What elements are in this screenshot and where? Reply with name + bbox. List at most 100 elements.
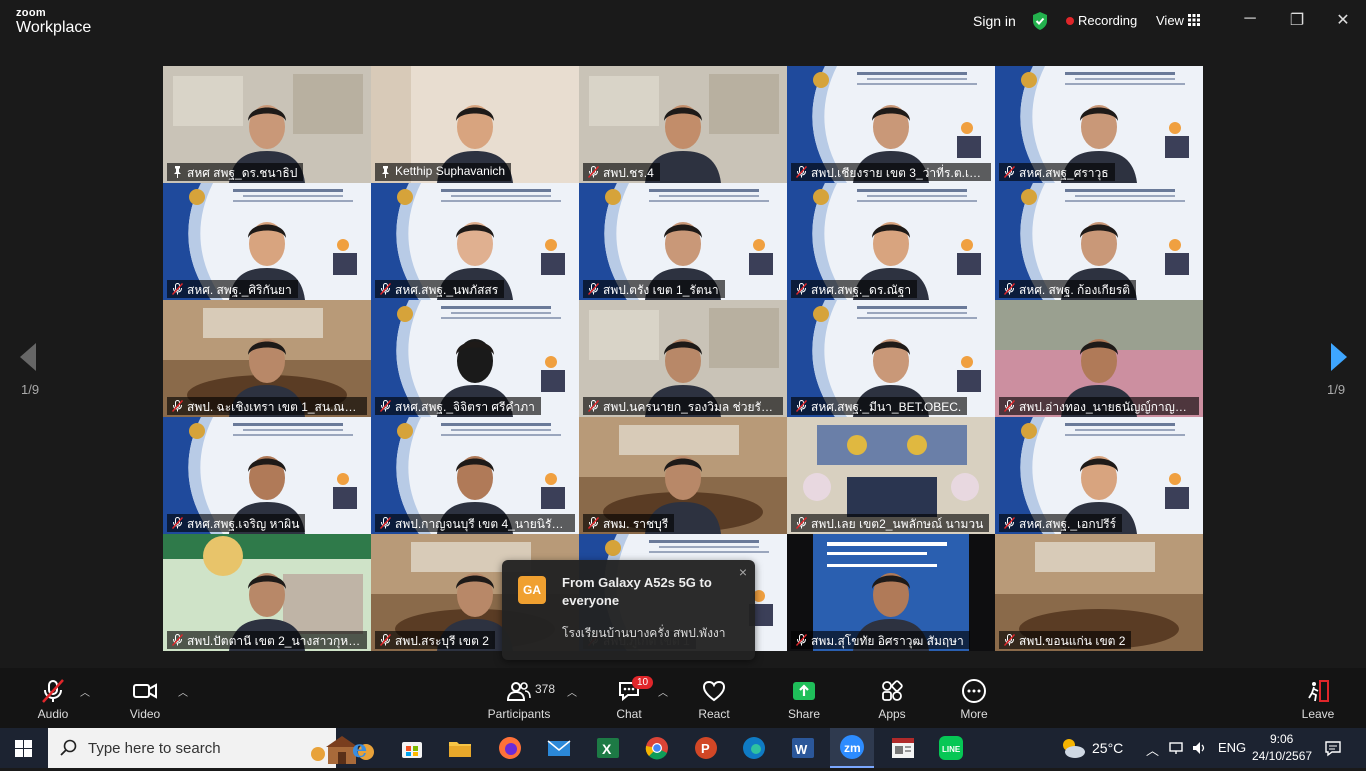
windows-start-icon[interactable] xyxy=(15,740,32,757)
participant-video-tile[interactable]: สพป.ปัตตานี เขต 2_นางสาวกุหลาบ... xyxy=(163,534,371,651)
clock-date[interactable]: 24/10/2567 xyxy=(1252,749,1312,763)
windows-taskbar: Type here to search e X P W zm LINE 25°C… xyxy=(0,728,1366,768)
weather-icon[interactable] xyxy=(1059,736,1087,760)
participant-video-tile[interactable]: สหศ.สพฐ._จิจิตรา ศรีคำภา xyxy=(371,300,579,417)
restore-button[interactable]: ❐ xyxy=(1285,10,1309,30)
heart-icon xyxy=(702,680,726,702)
react-button[interactable]: React xyxy=(696,668,732,728)
participant-video-tile[interactable]: สหศ.สพฐ._เอกปรีร์ xyxy=(995,417,1203,534)
more-button[interactable]: More xyxy=(956,668,992,728)
sign-in-link[interactable]: Sign in xyxy=(973,13,1016,29)
share-button[interactable]: Share xyxy=(786,668,822,728)
participant-video-tile[interactable]: สพป.ชร.4 xyxy=(579,66,787,183)
mic-muted-icon xyxy=(1004,517,1015,529)
notifications-icon[interactable] xyxy=(1324,739,1342,757)
minimize-button[interactable]: ─ xyxy=(1238,10,1262,30)
video-options-caret[interactable]: ︿ xyxy=(178,684,188,699)
word-icon[interactable]: W xyxy=(789,734,817,762)
audio-options-caret[interactable]: ︿ xyxy=(80,684,90,699)
participants-button[interactable]: Participants xyxy=(484,668,554,728)
participant-video-tile[interactable]: สพป.ตรัง เขต 1_รัตนา xyxy=(579,183,787,300)
participant-name-label: สพป.ชร.4 xyxy=(583,163,660,181)
shield-check-icon[interactable] xyxy=(1031,11,1049,31)
participants-options-caret[interactable]: ︿ xyxy=(567,684,577,699)
participant-video-tile[interactable]: Ketthip Suphavanich xyxy=(371,66,579,183)
chrome-icon[interactable] xyxy=(643,734,671,762)
line-app-icon[interactable]: LINE xyxy=(937,734,965,762)
participant-video-tile[interactable]: สหศ.สพฐ.เจริญ หาผิน xyxy=(163,417,371,534)
participant-video-tile[interactable]: สพป.อ่างทอง_นายธนัญญ์กาญจ์ โ... xyxy=(995,300,1203,417)
participant-video-tile[interactable]: สพป.กาญจนบุรี เขต 4_นายนิรันดร์... xyxy=(371,417,579,534)
previous-page-arrow-icon[interactable] xyxy=(14,340,44,374)
taskbar-search-box[interactable]: Type here to search xyxy=(48,728,374,768)
participant-name-label: สหศ. สพฐ. ก้องเกียรติ xyxy=(999,280,1137,298)
mic-muted-icon xyxy=(796,283,807,295)
sender-avatar: GA xyxy=(518,576,546,604)
brand-line1: zoom xyxy=(16,7,46,19)
participant-video-tile[interactable]: สหศ.สพฐ_ศราวุธ xyxy=(995,66,1203,183)
clock-time[interactable]: 9:06 xyxy=(1270,732,1293,746)
participant-name-label: สพม.สุโขทัย อิศราวุฒ สัมฤษา xyxy=(791,631,970,649)
title-bar: zoom Workplace Sign in Recording View ─ … xyxy=(0,0,1366,44)
participant-name-label: Ketthip Suphavanich xyxy=(375,163,512,181)
participant-video-tile[interactable]: สหศ.สพฐ._นพภัสสร xyxy=(371,183,579,300)
pin-icon xyxy=(382,166,389,178)
mail-icon[interactable] xyxy=(545,734,573,762)
mic-muted-icon xyxy=(1004,166,1015,178)
powerpoint-icon[interactable]: P xyxy=(692,734,720,762)
participant-name-label: สหศ.สพฐ._นพภัสสร xyxy=(375,280,505,298)
show-hidden-icons-icon[interactable]: ︿ xyxy=(1146,740,1159,759)
participant-video-tile[interactable]: สหศ สพฐ_ดร.ชนาธิป xyxy=(163,66,371,183)
view-button[interactable]: View xyxy=(1156,13,1184,28)
svg-text:P: P xyxy=(701,741,710,756)
mic-muted-icon xyxy=(796,517,807,529)
participant-video-tile[interactable]: สหศ. สพฐ._ศิริกันยา xyxy=(163,183,371,300)
edge-icon[interactable] xyxy=(740,734,768,762)
participant-video-tile[interactable]: สพม. ราชบุรี xyxy=(579,417,787,534)
svg-text:zm: zm xyxy=(844,741,861,755)
next-page-arrow-icon[interactable] xyxy=(1323,340,1353,374)
participant-name-label: สหศ.สพฐ._มีนา_BET.OBEC. xyxy=(791,397,968,415)
search-icon xyxy=(60,739,77,756)
apps-button[interactable]: Apps xyxy=(874,668,910,728)
participant-video-tile[interactable]: สหศ.สพฐ._มีนา_BET.OBEC. xyxy=(787,300,995,417)
mic-muted-icon xyxy=(588,400,599,412)
participant-name-label: สพป.เลย เขต2_นพลักษณ์ นามวน xyxy=(791,514,990,532)
recording-label[interactable]: Recording xyxy=(1078,13,1137,28)
chat-options-caret[interactable]: ︿ xyxy=(658,684,668,699)
participant-name-label: สหศ.สพฐ._ดร.ณัฐา xyxy=(791,280,918,298)
mic-muted-icon xyxy=(588,166,599,178)
network-icon[interactable] xyxy=(1168,740,1184,756)
internet-explorer-icon[interactable]: e xyxy=(348,734,376,763)
video-button[interactable]: Video xyxy=(124,668,166,728)
close-window-button[interactable]: ✕ xyxy=(1331,10,1355,30)
participant-video-tile[interactable]: สพป.เชียงราย เขต 3_ว่าที่ร.ต.เมธี ก... xyxy=(787,66,995,183)
zoom-taskbar-icon[interactable]: zm xyxy=(830,728,874,768)
temperature-label[interactable]: 25°C xyxy=(1092,740,1123,756)
meeting-toolbar: Audio ︿ Video ︿ Participants 378 ︿ Chat … xyxy=(0,668,1366,728)
file-explorer-icon[interactable] xyxy=(446,734,474,762)
firefox-icon[interactable] xyxy=(496,734,524,762)
microsoft-store-icon[interactable] xyxy=(398,734,426,762)
participant-video-tile[interactable]: สหศ.สพฐ._ดร.ณัฐา xyxy=(787,183,995,300)
participant-video-tile[interactable]: สหศ. สพฐ. ก้องเกียรติ xyxy=(995,183,1203,300)
participant-video-tile[interactable]: สพม.สุโขทัย อิศราวุฒ สัมฤษา xyxy=(787,534,995,651)
news-app-icon[interactable] xyxy=(889,734,917,762)
input-language[interactable]: ENG xyxy=(1218,740,1246,755)
participant-video-tile[interactable]: สพป.นครนายก_รองวิมล ช่วยรักษา ... xyxy=(579,300,787,417)
chat-notification[interactable]: GA From Galaxy A52s 5G to everyone โรงเร… xyxy=(502,560,755,660)
audio-button[interactable]: Audio xyxy=(30,668,76,728)
grid-icon[interactable] xyxy=(1188,14,1200,26)
participant-video-tile[interactable]: สพป.ขอนแก่น เขต 2 xyxy=(995,534,1203,651)
participant-video-tile[interactable]: สพป. ฉะเชิงเทรา เขต 1_สน.ณรงค์... xyxy=(163,300,371,417)
participant-video-tile[interactable]: สพป.เลย เขต2_นพลักษณ์ นามวน xyxy=(787,417,995,534)
excel-icon[interactable]: X xyxy=(594,734,622,762)
participant-name-label: สพป.สระบุรี เขต 2 xyxy=(375,631,495,649)
close-icon[interactable]: × xyxy=(739,564,747,580)
mic-muted-icon xyxy=(42,679,64,703)
participant-name-label: สหศ.สพฐ._เอกปรีร์ xyxy=(999,514,1123,532)
participant-name-label: สพป.อ่างทอง_นายธนัญญ์กาญจ์ โ... xyxy=(999,397,1199,415)
svg-text:LINE: LINE xyxy=(942,745,961,754)
leave-button[interactable]: Leave xyxy=(1298,668,1338,728)
volume-icon[interactable] xyxy=(1191,740,1207,756)
